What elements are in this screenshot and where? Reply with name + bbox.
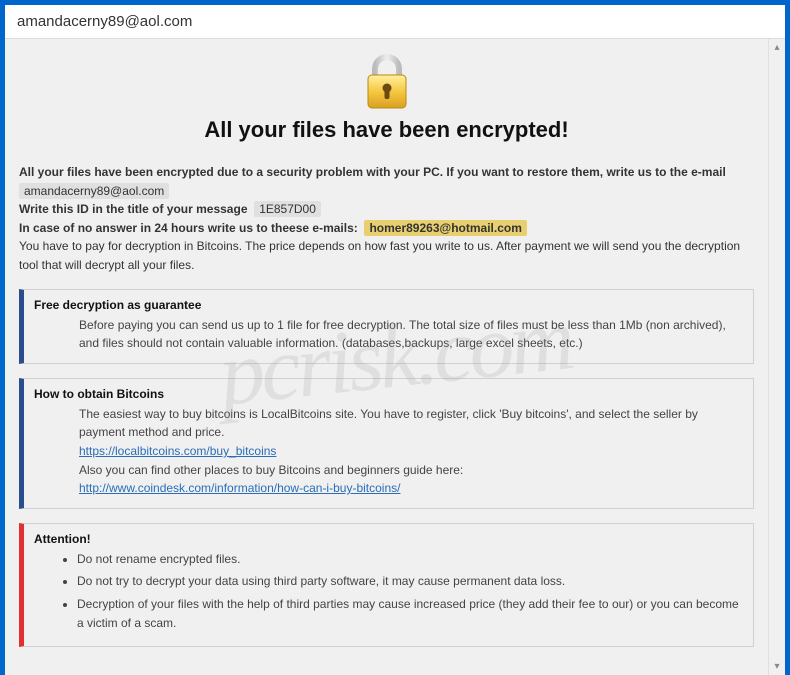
scroll-up-arrow-icon[interactable]: ▴	[769, 39, 785, 56]
panel-btc-line1: The easiest way to buy bitcoins is Local…	[79, 407, 698, 440]
attention-item-3: Decryption of your files with the help o…	[77, 595, 743, 632]
panel-btc-body: The easiest way to buy bitcoins is Local…	[79, 405, 743, 498]
panel-free-title: Free decryption as guarantee	[34, 298, 743, 312]
vertical-scrollbar[interactable]: ▴ ▾	[768, 39, 785, 675]
panel-attention: Attention! Do not rename encrypted files…	[19, 523, 754, 647]
attention-item-2: Do not try to decrypt your data using th…	[77, 572, 743, 591]
attention-item-1: Do not rename encrypted files.	[77, 550, 743, 569]
contact-email-primary: amandacerny89@aol.com	[19, 183, 169, 199]
intro-line4: You have to pay for decryption in Bitcoi…	[19, 239, 740, 272]
panel-attn-title: Attention!	[34, 532, 743, 546]
intro-block: All your files have been encrypted due t…	[19, 163, 754, 275]
link-localbitcoins[interactable]: https://localbitcoins.com/buy_bitcoins	[79, 444, 276, 458]
attention-list: Do not rename encrypted files. Do not tr…	[59, 550, 743, 632]
panel-obtain-bitcoins: How to obtain Bitcoins The easiest way t…	[19, 378, 754, 509]
panel-free-decryption: Free decryption as guarantee Before payi…	[19, 289, 754, 364]
intro-line2: Write this ID in the title of your messa…	[19, 202, 248, 216]
intro-line3: In case of no answer in 24 hours write u…	[19, 221, 358, 235]
content-area: All your files have been encrypted! All …	[5, 39, 768, 675]
panel-free-body: Before paying you can send us up to 1 fi…	[79, 316, 743, 353]
main-heading: All your files have been encrypted!	[19, 117, 754, 143]
window-title: amandacerny89@aol.com	[5, 5, 785, 39]
scroll-track[interactable]	[769, 56, 785, 658]
message-id: 1E857D00	[254, 201, 321, 217]
panel-btc-line2: Also you can find other places to buy Bi…	[79, 463, 463, 477]
scroll-down-arrow-icon[interactable]: ▾	[769, 658, 785, 675]
window: amandacerny89@aol.com	[5, 5, 785, 628]
contact-email-secondary: homer89263@hotmail.com	[364, 220, 526, 236]
link-coindesk[interactable]: http://www.coindesk.com/information/how-…	[79, 481, 400, 495]
intro-line1: All your files have been encrypted due t…	[19, 165, 726, 179]
content-wrap: All your files have been encrypted! All …	[5, 39, 785, 675]
panel-btc-title: How to obtain Bitcoins	[34, 387, 743, 401]
lock-icon	[362, 53, 412, 111]
